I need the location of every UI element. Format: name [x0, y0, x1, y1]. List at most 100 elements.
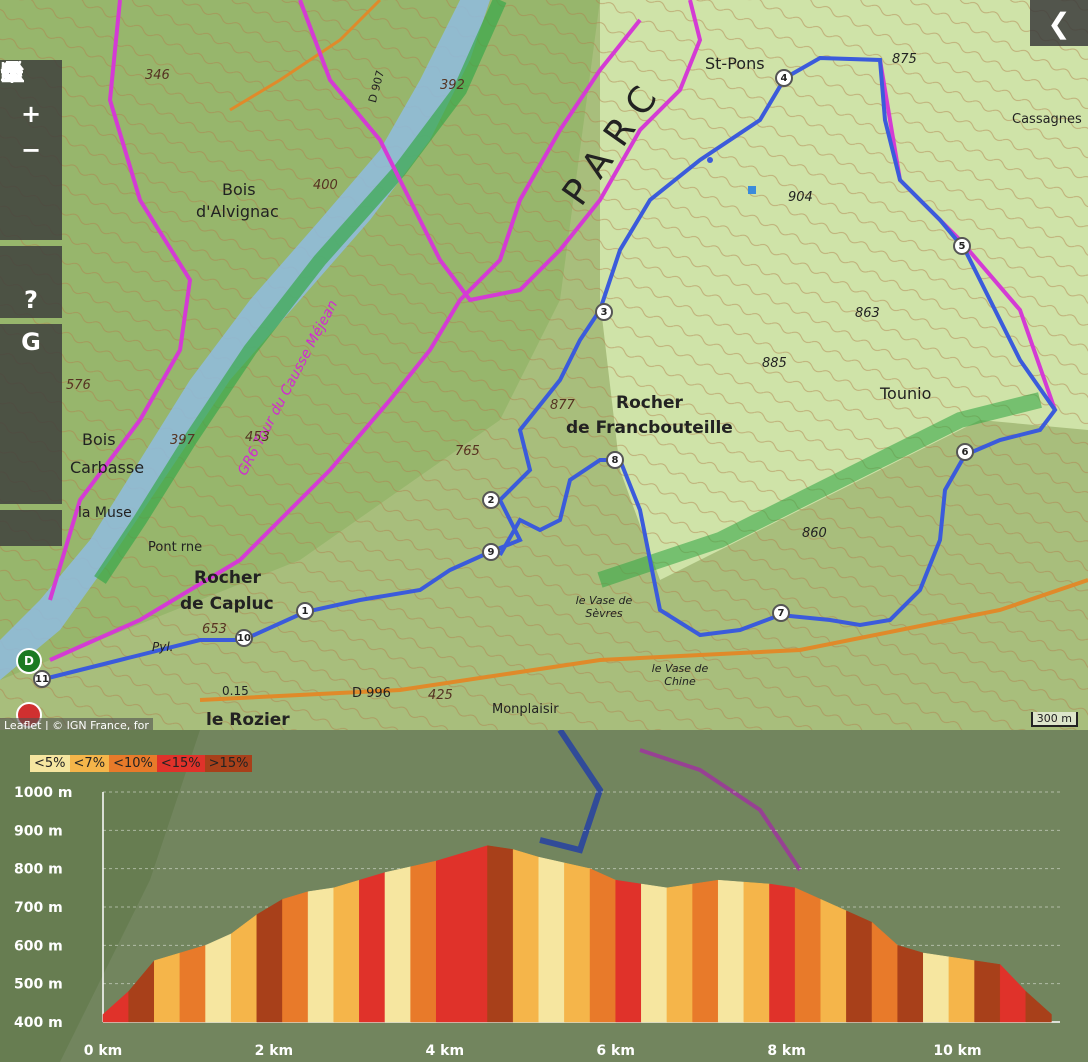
profile-segment [820, 898, 847, 1023]
zoom-in-button[interactable]: + [0, 96, 62, 132]
profile-segment [641, 883, 668, 1023]
elevation-profile-panel: <5% <7% <10% <15% >15% 400 m 500 m 600 m 70… [0, 730, 1088, 1062]
terrain-button[interactable] [0, 61, 62, 468]
label-monplaisir: Monplaisir [492, 702, 559, 717]
profile-segment [179, 944, 206, 1023]
profile-segment [256, 898, 283, 1023]
profile-segment [923, 952, 950, 1023]
waypoint-3[interactable]: 3 [595, 303, 613, 321]
alt-904: 904 [788, 190, 813, 205]
profile-segment [102, 990, 129, 1023]
profile-segment [871, 921, 898, 1023]
target-button[interactable] [0, 61, 62, 396]
x-tick-label: 0 km [84, 1043, 123, 1059]
waypoint-2[interactable]: 2 [482, 491, 500, 509]
toolbar-group-profile [0, 62, 62, 546]
waypoint-1[interactable]: 1 [296, 602, 314, 620]
alt-860: 860 [802, 526, 827, 541]
zoom-out-button[interactable]: − [0, 132, 62, 168]
label-pont: Pont rne [148, 540, 203, 555]
label-bois-alvignac: Bois [222, 180, 256, 199]
x-tick-label: 10 km [933, 1043, 981, 1059]
alt-653: 653 [202, 622, 227, 637]
alt-877: 877 [550, 398, 575, 413]
collapse-panel-button[interactable]: ❮ [1030, 0, 1088, 46]
waypoint-4[interactable]: 4 [775, 69, 793, 87]
globe-button[interactable] [0, 62, 62, 432]
map-view[interactable]: Bois d'Alvignac Bois Carbasse la Muse Po… [0, 0, 1088, 730]
profile-segment [1025, 990, 1052, 1023]
profile-segment [897, 944, 924, 1023]
profile-segment [333, 879, 360, 1023]
profile-segment [512, 849, 540, 1023]
label-st-pons: St-Pons [705, 54, 765, 73]
waypoint-5[interactable]: 5 [953, 237, 971, 255]
waypoint-7[interactable]: 7 [772, 604, 790, 622]
alt-346: 346 [145, 68, 170, 83]
y-tick-label: 900 m [14, 823, 63, 839]
map-toolbar: + − ? G [0, 60, 62, 552]
y-tick-label: 700 m [14, 900, 63, 916]
label-cassagnes: Cassagnes [1012, 112, 1082, 127]
map-terrain [0, 0, 1088, 730]
y-tick-label: 600 m [14, 938, 63, 954]
label-rocher-capluc: Rocher [194, 568, 261, 588]
profile-segment [359, 872, 386, 1023]
profile-segment [564, 862, 591, 1023]
help-button[interactable]: ? [0, 282, 62, 318]
waypoint-6[interactable]: 6 [956, 443, 974, 461]
profile-segment [435, 852, 463, 1023]
profile-segment [769, 883, 796, 1023]
label-bois-alvignac-2: d'Alvignac [196, 202, 279, 221]
profile-segment [717, 879, 745, 1023]
label-rocher-francbouteille-2: de Francbouteille [566, 418, 733, 438]
alt-400: 400 [313, 178, 338, 193]
alt-015: 0.15 [222, 684, 249, 698]
profile-segment [974, 960, 1001, 1023]
google-button[interactable]: G [0, 324, 62, 360]
alt-397: 397 [170, 433, 195, 448]
label-vase-chine: le Vase de Chine [651, 662, 709, 688]
x-tick-label: 2 km [255, 1043, 294, 1059]
profile-segment [128, 959, 155, 1023]
layers-button[interactable] [0, 62, 62, 204]
profile-segment [692, 879, 719, 1023]
label-bois-carbasse: Bois [82, 430, 116, 449]
map-attribution[interactable]: Leaflet | © IGN France, for [0, 718, 153, 730]
profile-segment [999, 963, 1027, 1023]
profile-segment [615, 879, 642, 1023]
elevation-chart[interactable]: 400 m 500 m 600 m 700 m 800 m 900 m 1000 m 0 km… [0, 730, 1088, 1062]
y-tick-label: 1000 m [14, 785, 72, 801]
profile-segment [154, 952, 181, 1023]
label-tounio: Tounio [880, 384, 932, 403]
profile-segment [307, 887, 334, 1023]
profile-segment [794, 887, 821, 1023]
terrain-hike-button[interactable] [0, 61, 62, 504]
profile-segment [846, 910, 873, 1023]
toolbar-group-layers: G [0, 61, 62, 504]
x-tick-label: 4 km [426, 1043, 465, 1059]
alt-863: 863 [855, 306, 880, 321]
alt-453: 453 [245, 430, 270, 445]
alt-425: 425 [428, 688, 453, 703]
waypoint-8[interactable]: 8 [606, 451, 624, 469]
locate-button[interactable] [0, 60, 62, 240]
chart-line-icon [1, 62, 24, 83]
label-rocher-francbouteille: Rocher [616, 393, 683, 413]
profile-segment [230, 914, 258, 1023]
waypoint-11[interactable]: 11 [33, 670, 51, 688]
profile-segment [282, 891, 309, 1023]
profile-segment [666, 883, 693, 1023]
waypoint-9[interactable]: 9 [482, 543, 500, 561]
waypoint-10[interactable]: 10 [235, 629, 253, 647]
y-tick-label: 800 m [14, 862, 63, 878]
start-marker[interactable]: D [16, 648, 42, 674]
elevation-profile-button[interactable] [0, 62, 62, 546]
alt-576: 576 [66, 378, 91, 393]
profile-segment [410, 860, 437, 1023]
alt-875: 875 [892, 52, 917, 67]
label-d996: D 996 [352, 686, 391, 701]
print-button[interactable] [0, 61, 62, 282]
profile-segment [487, 845, 514, 1023]
alt-392: 392 [440, 78, 465, 93]
